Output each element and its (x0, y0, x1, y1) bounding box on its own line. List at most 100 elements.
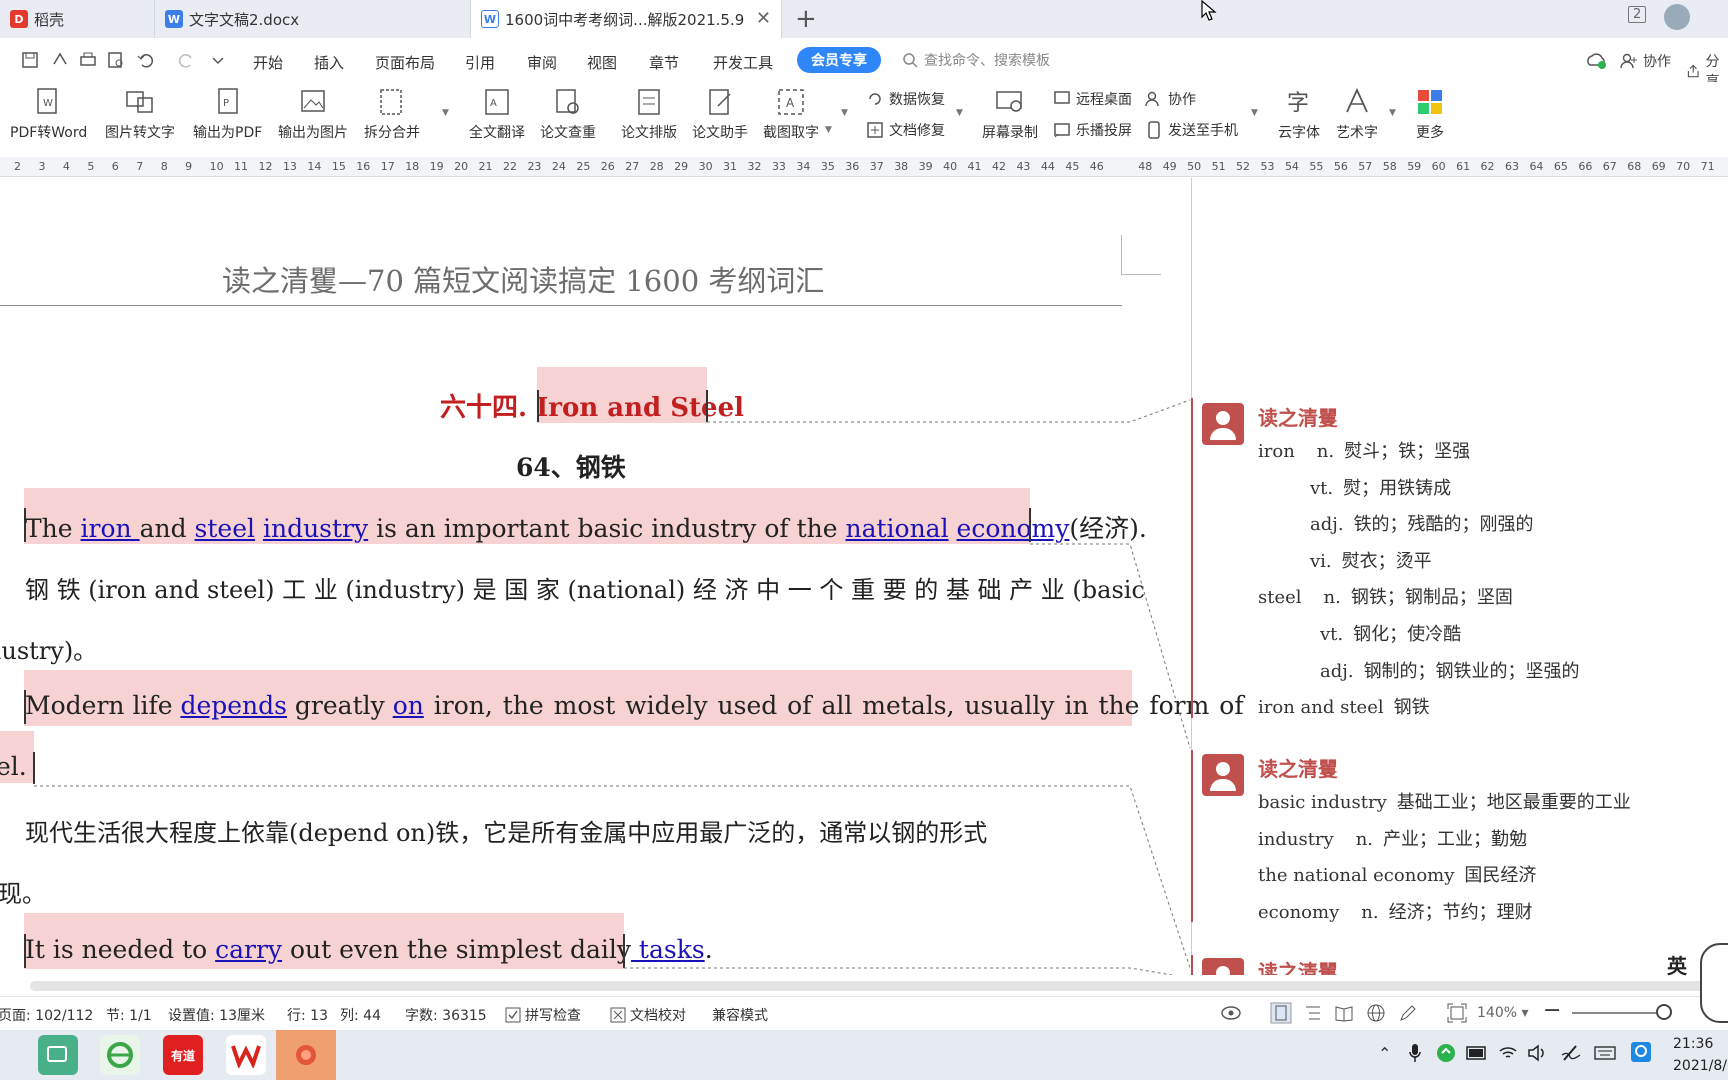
wifi-icon[interactable] (1498, 1043, 1518, 1063)
qq-tray-icon[interactable] (1630, 1041, 1652, 1063)
eye-protect-icon[interactable] (1220, 1004, 1242, 1022)
keyboard-icon[interactable] (1594, 1043, 1616, 1063)
plagiarism-check-button[interactable]: 论文查重 (540, 86, 596, 142)
zoom-out-button[interactable]: − (1543, 998, 1561, 1023)
outline-view-icon[interactable] (1303, 1004, 1323, 1022)
ruler-tick-label: 8 (160, 160, 168, 173)
tab-1600-words[interactable]: W 1600词中考考纲词...解版2021.5.9 ✕ (471, 0, 782, 38)
cast-button[interactable]: 乐播投屏 (1053, 120, 1132, 140)
ruler-tick-label: 15 (331, 160, 346, 173)
menu-home[interactable]: 开始 (253, 52, 283, 73)
assistant-mascot[interactable] (1700, 943, 1728, 1023)
ruler-tick-label: 11 (234, 160, 249, 173)
collab-ribbon-button[interactable]: 协作 (1145, 89, 1196, 109)
menu-view[interactable]: 视图 (587, 52, 617, 73)
paper-format-button[interactable]: 论文排版 (621, 86, 677, 142)
status-word-count[interactable]: 字数: 36315 (405, 1005, 487, 1025)
collab-button[interactable]: 协作 (1620, 51, 1671, 71)
paper-assistant-button[interactable]: 论文助手 (692, 86, 748, 142)
export-pdf-button[interactable]: P 输出为PDF (193, 86, 262, 142)
reading-view-icon[interactable] (1334, 1004, 1354, 1022)
pen-input-icon[interactable] (1560, 1043, 1582, 1063)
taskbar-app-chat[interactable] (38, 1035, 78, 1075)
redo-icon[interactable] (176, 50, 196, 70)
menu-review[interactable]: 审阅 (527, 52, 557, 73)
print-icon[interactable] (78, 50, 98, 70)
tab-doc2[interactable]: W 文字文稿2.docx (155, 0, 471, 38)
chevron-down-icon[interactable]: ▼ (841, 108, 848, 118)
save-icon[interactable] (20, 50, 40, 70)
close-icon[interactable]: ✕ (756, 8, 771, 29)
chevron-down-icon[interactable]: ▼ (1251, 108, 1258, 118)
new-tab-button[interactable]: + (795, 4, 817, 34)
chevron-down-icon[interactable]: ▼ (956, 108, 963, 118)
battery-icon[interactable] (1466, 1045, 1488, 1061)
status-section: 节: 1/1 (106, 1008, 152, 1024)
image-to-text-button[interactable]: 图片转文字 (105, 86, 175, 142)
chevron-down-icon[interactable]: ▼ (442, 108, 449, 118)
cloud-font-button[interactable]: 字 云字体 (1278, 86, 1320, 142)
menu-developer[interactable]: 开发工具 (713, 52, 773, 73)
btn-label: 远程桌面 (1076, 92, 1132, 108)
chevron-down-icon[interactable]: ▼ (1389, 108, 1396, 118)
tab-docer[interactable]: D 稻壳 (0, 0, 155, 38)
vip-button[interactable]: 会员专享 (797, 47, 881, 73)
data-recovery-button[interactable]: 数据恢复 (866, 89, 945, 109)
tab-label: 文字文稿2.docx (189, 10, 300, 29)
command-search[interactable]: 查找命令、搜索模板 (902, 50, 1050, 70)
window-count-badge[interactable]: 2 (1628, 6, 1647, 23)
more-button[interactable]: 更多 (1414, 86, 1446, 142)
comment-def: 铁的；残酷的；刚强的 (1353, 514, 1534, 536)
menu-chapter[interactable]: 章节 (649, 52, 679, 73)
menu-references[interactable]: 引用 (465, 52, 495, 73)
remote-desktop-button[interactable]: 远程桌面 (1053, 89, 1132, 109)
format-painter-icon[interactable] (50, 50, 70, 70)
taskbar-app-browser[interactable] (100, 1035, 140, 1075)
system-clock[interactable]: 21:36 2021/8/ (1673, 1033, 1727, 1077)
more-apps-icon (1418, 90, 1442, 114)
send-to-phone-button[interactable]: 发送至手机 (1145, 120, 1238, 140)
btn-label: PDF转Word (10, 125, 88, 141)
status-page[interactable]: 页面: 102/112 (0, 1005, 93, 1025)
microphone-icon[interactable] (1408, 1043, 1422, 1063)
cast-icon (1054, 123, 1070, 138)
comment-word: the national economy (1258, 865, 1455, 887)
export-image-button[interactable]: 输出为图片 (278, 86, 348, 142)
ruler-tick-label: 54 (1284, 160, 1299, 173)
volume-icon[interactable] (1527, 1043, 1549, 1063)
screen-record-button[interactable]: 屏幕录制 (982, 86, 1038, 142)
menu-insert[interactable]: 插入 (314, 52, 344, 73)
chevron-down-icon[interactable]: ▼ (825, 125, 832, 135)
spell-check-toggle[interactable]: 拼写检查 (505, 1005, 581, 1025)
taskbar-app-recorder[interactable] (286, 1035, 326, 1075)
avatar[interactable] (1664, 4, 1690, 30)
share-icon (1687, 64, 1699, 78)
web-view-icon[interactable] (1366, 1003, 1386, 1023)
taskbar-app-youdao[interactable]: 有道 (163, 1035, 203, 1075)
taskbar-app-wps[interactable] (226, 1035, 266, 1075)
undo-icon[interactable] (136, 50, 156, 70)
page-view-icon[interactable] (1270, 1002, 1292, 1024)
horizontal-ruler[interactable]: 2 3 4 5 6 7 8 9 10 11 12 13 14 15 16 17 18 19 20 21 22 23 24 25… (0, 157, 1728, 177)
menu-page-layout[interactable]: 页面布局 (375, 52, 435, 73)
sync-icon[interactable] (1436, 1043, 1456, 1063)
print-preview-icon[interactable] (106, 50, 126, 70)
comment-pos: vt. (1310, 477, 1334, 499)
zoom-slider-handle[interactable] (1656, 1004, 1672, 1020)
proofread-toggle[interactable]: 文档校对 (610, 1005, 686, 1025)
split-merge-button[interactable]: 拆分合并 (364, 86, 420, 142)
pen-icon[interactable] (1398, 1003, 1418, 1023)
chevron-down-icon[interactable] (208, 50, 228, 70)
chat-icon (47, 1046, 67, 1062)
fit-page-icon[interactable] (1447, 1003, 1467, 1023)
pdf-to-word-button[interactable]: W PDF转Word (10, 86, 87, 142)
full-translate-button[interactable]: A 全文翻译 (469, 86, 525, 142)
doc-repair-button[interactable]: 文档修复 (866, 120, 945, 140)
zoom-level[interactable]: 140% ▾ (1477, 1005, 1529, 1021)
ime-indicator[interactable]: 英 (1667, 950, 1687, 979)
word-art-button[interactable]: 艺术字 (1336, 86, 1378, 142)
horizontal-scrollbar[interactable] (30, 981, 1710, 991)
tray-expand-icon[interactable]: ⌃ (1378, 1044, 1391, 1063)
cloud-sync-icon[interactable] (1585, 50, 1607, 70)
screenshot-ocr-button[interactable]: A 截图取字 (763, 86, 819, 142)
